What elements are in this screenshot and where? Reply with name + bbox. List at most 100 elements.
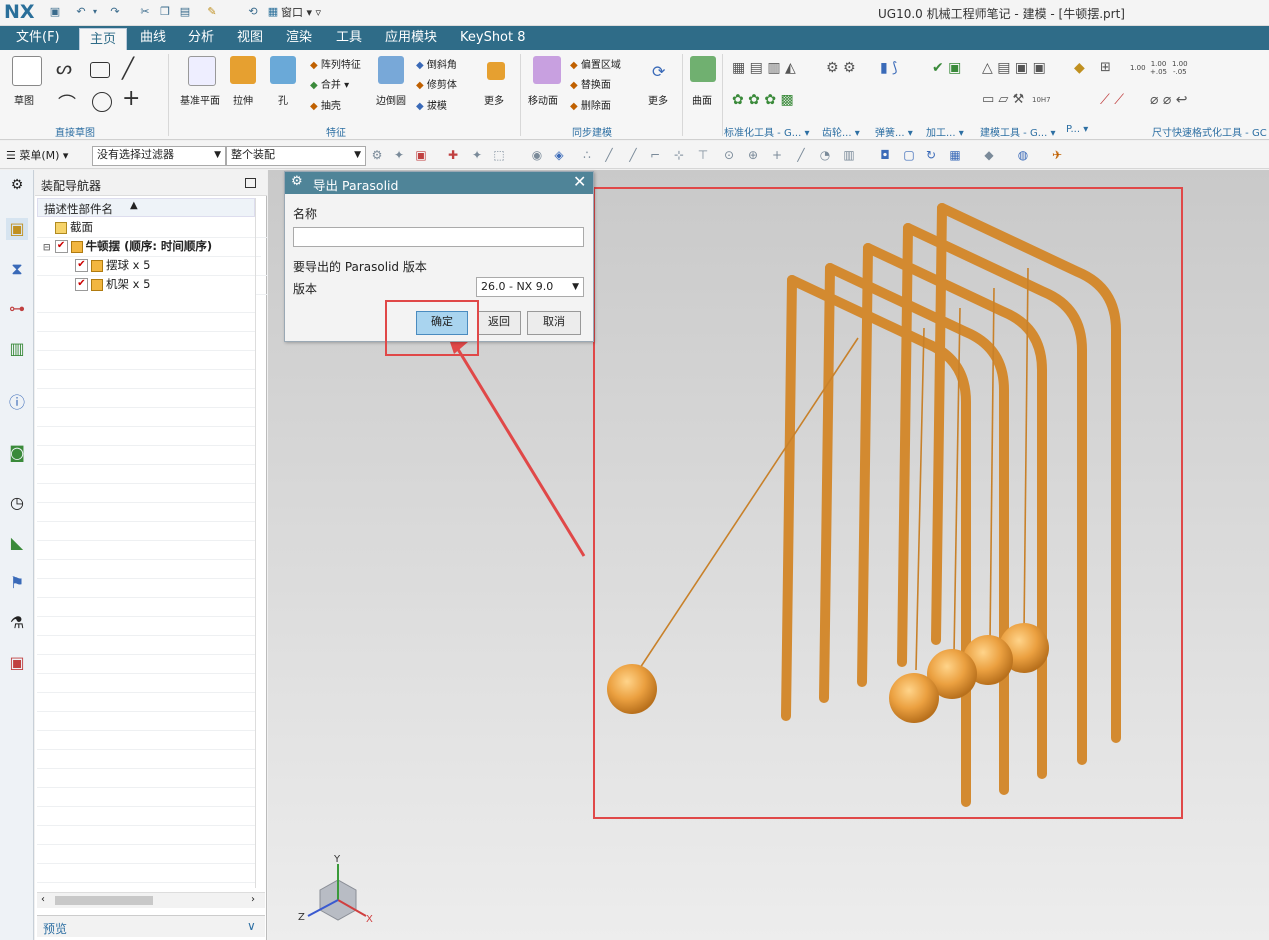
rotate-icon[interactable]: ↻ — [924, 148, 938, 162]
snap-icon[interactable]: ✦ — [470, 148, 484, 162]
dim-format-icon[interactable]: ⊞ — [1100, 60, 1111, 75]
constraint-navigator-icon[interactable]: ⧗ — [6, 258, 28, 280]
extrude-button[interactable]: 拉伸 — [233, 92, 253, 107]
dim-tolerance-button[interactable]: 1.00 +.05 — [1150, 60, 1167, 76]
undo-icon[interactable]: ↶ — [74, 5, 88, 19]
standard-tool-icon-2[interactable]: ✿ ✿ ✿ ▩ — [732, 92, 794, 108]
gear-icon[interactable]: ⚙ — [291, 174, 303, 189]
paste-icon[interactable]: ▤ — [178, 5, 192, 19]
hole-button[interactable]: 孔 — [278, 92, 288, 107]
roles-icon[interactable]: ⚑ — [6, 572, 28, 594]
rectangle-icon[interactable] — [90, 62, 110, 78]
tab-tools[interactable]: 工具 — [326, 26, 372, 50]
gear-tool-icon[interactable]: ⚙ ⚙ — [826, 60, 856, 76]
snap-icon[interactable]: ◈ — [552, 148, 566, 162]
view-icon[interactable]: ◘ — [878, 148, 892, 162]
tab-application[interactable]: 应用模块 — [375, 26, 447, 50]
save-icon[interactable]: ▣ — [48, 5, 62, 19]
edge-blend-button[interactable]: 边倒圆 — [376, 92, 406, 107]
snap-icon[interactable]: ▣ — [414, 148, 428, 162]
profile-icon[interactable]: ᔕ — [56, 58, 72, 79]
version-dropdown[interactable]: 26.0 - NX 9.0 ▼ — [476, 277, 584, 297]
clock-icon[interactable]: ◷ — [6, 492, 28, 514]
modeling-tool-icon[interactable]: △ ▤ ▣ ▣ — [982, 60, 1046, 76]
modeling-tool-icon-2[interactable]: ▭ ▱ ⚒ — [982, 92, 1024, 107]
point-icon[interactable]: + — [122, 86, 140, 111]
history-icon[interactable]: ◙ — [6, 442, 28, 464]
copy-icon[interactable]: ❐ — [158, 5, 172, 19]
dim-tool-icon-2[interactable]: ⟋ ⟋ — [1100, 92, 1124, 108]
assembly-navigator-icon[interactable]: ▣ — [6, 218, 28, 240]
snap-icon[interactable]: ⊹ — [672, 148, 686, 162]
draft-button[interactable]: ◆ 拔模 — [416, 97, 447, 112]
tab-view[interactable]: 视图 — [227, 26, 273, 50]
chamfer-button[interactable]: ◆ 倒斜角 — [416, 56, 457, 71]
surface-icon[interactable] — [690, 56, 716, 82]
process-studio-icon[interactable]: ◣ — [6, 532, 28, 554]
collapse-icon[interactable]: ⊟ — [43, 243, 51, 253]
more-feature-button[interactable]: 更多 — [484, 92, 504, 107]
sync-refresh-icon[interactable]: ⟳ — [652, 62, 665, 81]
trim-body-button[interactable]: ◆ 修剪体 — [416, 76, 457, 91]
maximize-icon[interactable] — [245, 178, 256, 188]
snap-icon[interactable]: ◔ — [818, 148, 832, 162]
redo-icon[interactable]: ↷ — [108, 5, 122, 19]
machining-tool-icon[interactable]: ✔ ▣ — [932, 60, 961, 76]
reuse-library-icon[interactable]: ▥ — [6, 338, 28, 360]
checkbox[interactable]: ✔ — [54, 240, 68, 253]
shading-icon[interactable]: ◍ — [1016, 148, 1030, 162]
spring-tool-icon[interactable]: ▮ ⟆ — [880, 60, 898, 76]
snap-icon[interactable]: ▥ — [842, 148, 856, 162]
arc-icon[interactable]: ⌒ — [58, 90, 76, 116]
snap-icon[interactable]: ∴ — [580, 148, 594, 162]
checkbox[interactable]: ✔ — [75, 259, 88, 272]
tab-render[interactable]: 渲染 — [276, 26, 322, 50]
dim-tolerance-button-2[interactable]: 1.00 -.05 — [1172, 60, 1188, 76]
sketch-icon[interactable] — [12, 56, 42, 86]
standard-tool-icon[interactable]: ▦ ▤ ▥ ◭ — [732, 60, 796, 76]
snap-icon[interactable]: ⊤ — [696, 148, 710, 162]
line-icon[interactable]: ╱ — [122, 56, 134, 80]
tab-keyshot[interactable]: KeyShot 8 — [450, 26, 536, 50]
touch-mode-icon[interactable]: ✎ — [205, 5, 219, 19]
assembly-scope-dropdown[interactable]: 整个装配 ▼ — [226, 146, 366, 166]
preview-panel-header[interactable]: 预览 ∨ — [37, 915, 265, 937]
snap-icon[interactable]: ✦ — [392, 148, 406, 162]
move-face-button[interactable]: 移动面 — [528, 92, 558, 107]
view-orient-icon[interactable]: ✈ — [1050, 148, 1064, 162]
scroll-left-icon[interactable]: ‹ — [41, 894, 45, 905]
snap-icon[interactable]: ⊕ — [746, 148, 760, 162]
cancel-button[interactable]: 取消 — [527, 311, 581, 335]
offset-region-button[interactable]: ◆ 偏置区域 — [570, 56, 621, 71]
snap-icon[interactable]: ╱ — [602, 148, 616, 162]
snap-icon[interactable]: ✚ — [446, 148, 460, 162]
part-navigator-icon[interactable]: ⊶ — [6, 298, 28, 320]
snap-icon[interactable]: ⬚ — [492, 148, 506, 162]
tab-analysis[interactable]: 分析 — [178, 26, 224, 50]
selection-filter-dropdown[interactable]: 没有选择过滤器 ▼ — [92, 146, 226, 166]
tree-row-assembly[interactable]: ⊟ ✔ 牛顿摆 (顺序: 时间顺序) — [37, 237, 261, 257]
extrude-icon[interactable] — [230, 56, 256, 84]
p-tool-icon[interactable]: ◆ — [1074, 60, 1085, 76]
datum-plane-icon[interactable] — [188, 56, 216, 86]
snap-icon[interactable]: ⌐ — [648, 148, 662, 162]
palette-icon[interactable]: ▣ — [6, 652, 28, 674]
more-sync-button[interactable]: 更多 — [648, 92, 668, 107]
edge-blend-icon[interactable] — [378, 56, 404, 84]
close-icon[interactable]: ✕ — [573, 172, 586, 191]
web-browser-icon[interactable]: ⓘ — [6, 392, 28, 414]
datum-plane-button[interactable]: 基准平面 — [180, 92, 220, 107]
scroll-right-icon[interactable]: › — [251, 894, 255, 905]
sketch-button[interactable]: 草图 — [14, 92, 34, 107]
circle-icon[interactable] — [92, 92, 112, 112]
chevron-down-icon[interactable]: ▾ — [88, 5, 102, 19]
checkbox[interactable]: ✔ — [75, 278, 88, 291]
vertical-scrollbar[interactable] — [255, 198, 265, 888]
snap-icon[interactable]: ⊙ — [722, 148, 736, 162]
cut-icon[interactable]: ✂ — [138, 5, 152, 19]
scroll-thumb[interactable] — [55, 896, 153, 905]
diameter-icon[interactable]: ⌀ ⌀ ↩ — [1150, 92, 1188, 108]
hole-icon[interactable] — [270, 56, 296, 84]
repeat-command-icon[interactable]: ⟲ — [246, 5, 260, 19]
render-style-icon[interactable]: ◆ — [982, 148, 996, 162]
